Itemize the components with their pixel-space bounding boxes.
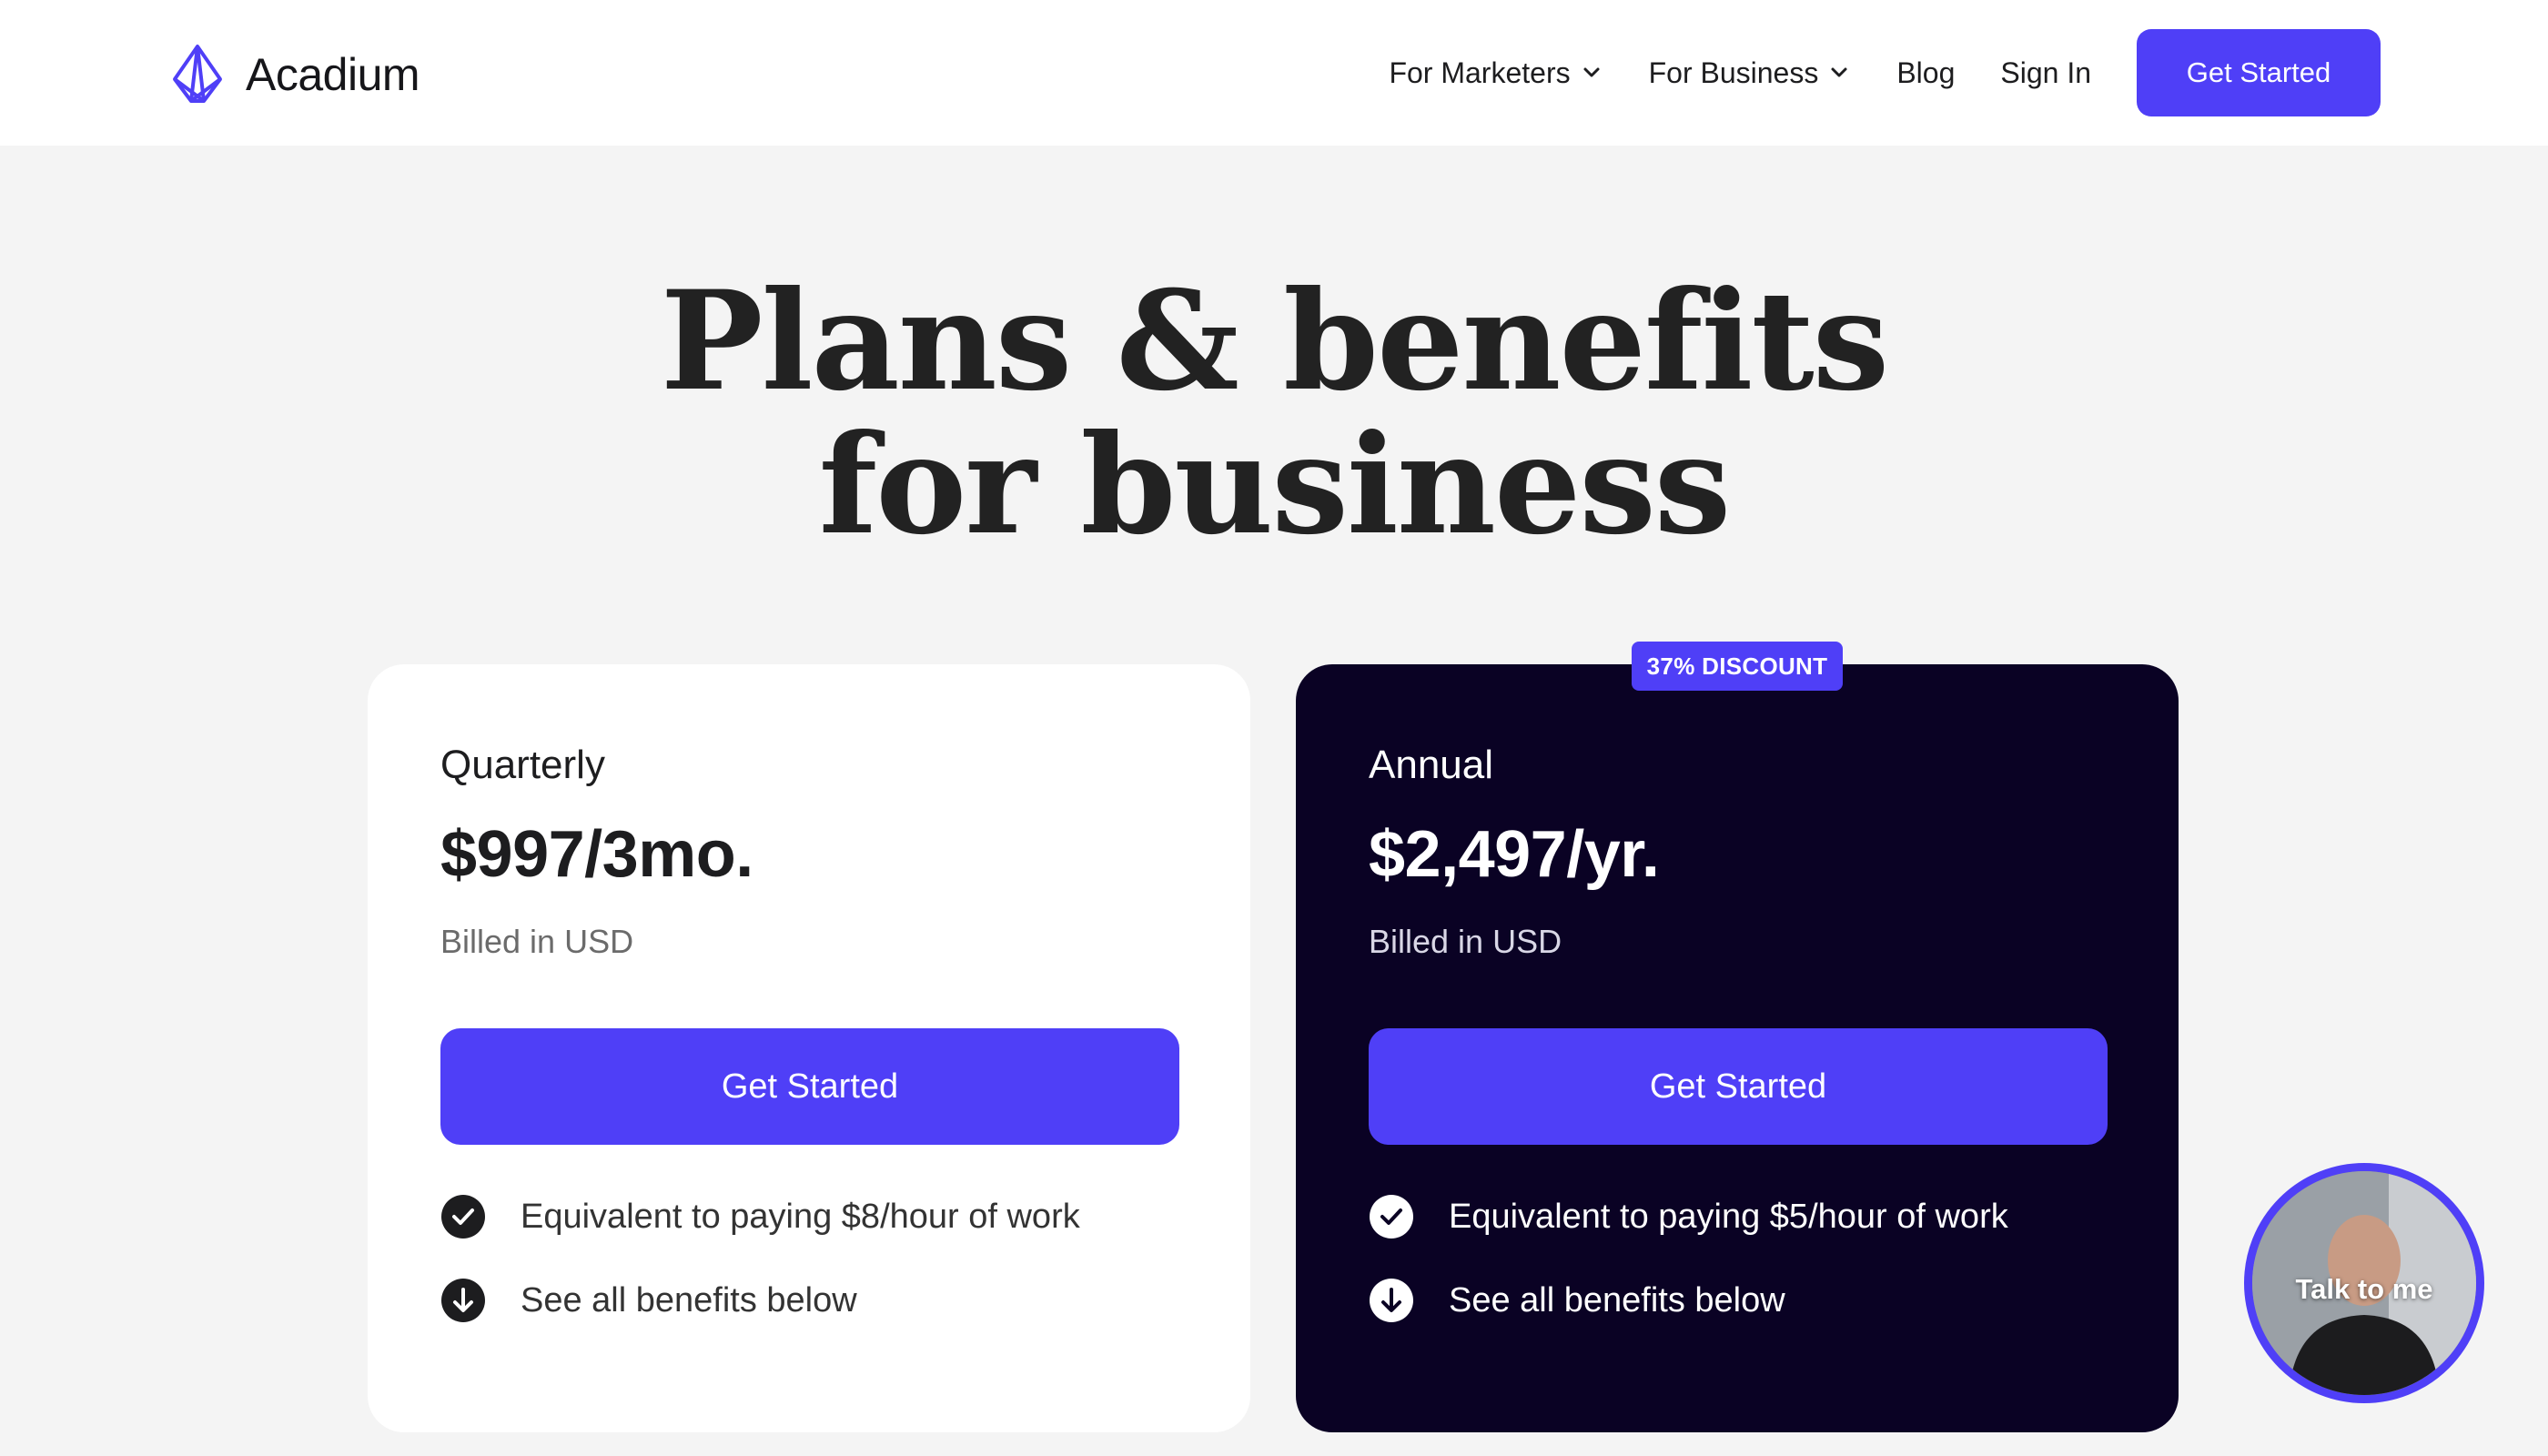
annual-get-started-button[interactable]: Get Started <box>1369 1028 2108 1145</box>
plan-name: Annual <box>1369 743 1494 787</box>
page-title-line-2: for business <box>818 405 1732 565</box>
page-title: Plans & benefits for business <box>0 269 2548 557</box>
nav-sign-in-label: Sign In <box>2000 56 2091 89</box>
nav-for-business[interactable]: For Business <box>1649 56 1852 90</box>
feature-item[interactable]: See all benefits below <box>440 1278 857 1323</box>
plan-card-quarterly: Quarterly $997/3mo. Billed in USD Get St… <box>368 664 1250 1432</box>
check-circle-icon <box>441 1195 485 1239</box>
quarterly-get-started-button[interactable]: Get Started <box>440 1028 1179 1145</box>
billing-currency-note: Billed in USD <box>1369 923 1562 960</box>
check-circle-icon <box>1370 1195 1413 1239</box>
arrow-down-circle-icon <box>441 1279 485 1322</box>
chevron-down-icon <box>1583 67 1600 77</box>
discount-badge: 37% DISCOUNT <box>1632 642 1843 691</box>
feature-item[interactable]: See all benefits below <box>1369 1278 1785 1323</box>
nav-blog[interactable]: Blog <box>1896 56 1955 90</box>
arrow-down-circle-icon <box>1370 1279 1413 1322</box>
brand-logo[interactable]: Acadium <box>166 42 420 107</box>
feature-text: Equivalent to paying $8/hour of work <box>521 1197 1080 1236</box>
nav-blog-label: Blog <box>1896 56 1956 89</box>
feature-text: See all benefits below <box>1449 1280 1785 1320</box>
top-navigation: Acadium For Marketers For Business Blog … <box>0 0 2548 146</box>
plan-card-annual: Annual $2,497/yr. Billed in USD Get Star… <box>1296 664 2179 1432</box>
video-widget-label: Talk to me <box>2295 1273 2433 1305</box>
page-title-line-1: Plans & benefits <box>660 261 1889 421</box>
plan-price: $2,497/yr. <box>1369 818 1660 891</box>
brand-name: Acadium <box>246 49 420 100</box>
nav-for-marketers-label: For Marketers <box>1389 56 1571 89</box>
nav-for-marketers[interactable]: For Marketers <box>1389 56 1603 90</box>
acadium-logo-icon <box>173 45 222 103</box>
plan-name: Quarterly <box>440 743 605 787</box>
header-get-started-button[interactable]: Get Started <box>2137 29 2381 116</box>
talk-to-me-video-widget[interactable]: Talk to me <box>2244 1163 2484 1403</box>
feature-text: See all benefits below <box>521 1280 857 1320</box>
feature-item: Equivalent to paying $8/hour of work <box>440 1194 1080 1239</box>
feature-item: Equivalent to paying $5/hour of work <box>1369 1194 2008 1239</box>
primary-nav: For Marketers For Business Blog Sign In … <box>1389 29 2381 116</box>
plan-price: $997/3mo. <box>440 818 753 891</box>
billing-currency-note: Billed in USD <box>440 923 634 960</box>
feature-text: Equivalent to paying $5/hour of work <box>1449 1197 2008 1236</box>
nav-sign-in[interactable]: Sign In <box>2000 56 2091 90</box>
nav-for-business-label: For Business <box>1648 56 1819 89</box>
chevron-down-icon <box>1831 67 1847 77</box>
